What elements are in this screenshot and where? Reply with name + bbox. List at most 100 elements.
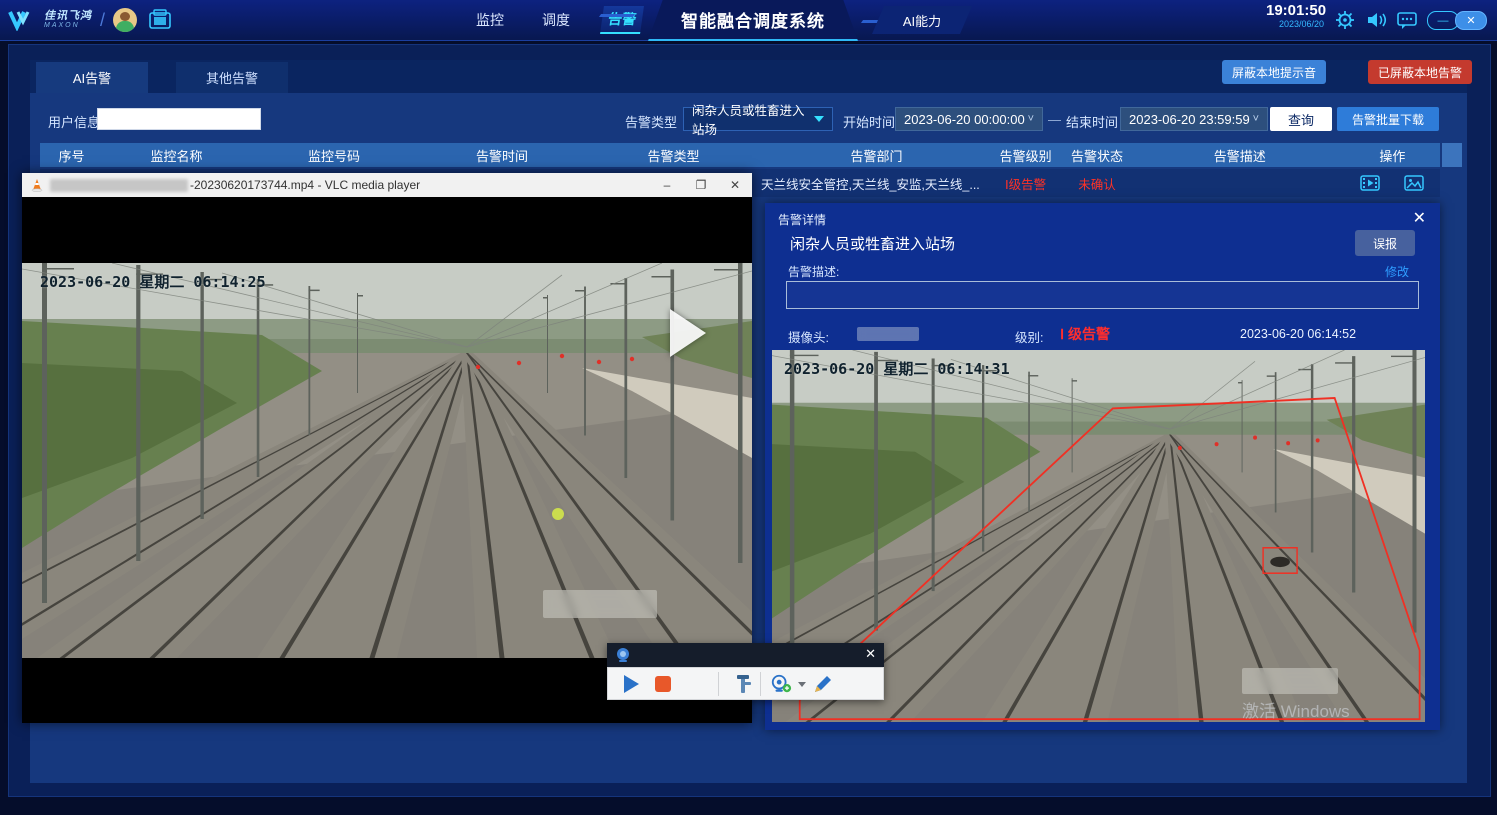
- col-alarm-time: 告警时间: [418, 146, 586, 165]
- nav-monitor[interactable]: 监控: [470, 7, 510, 33]
- recorder-toolbar: ✕: [607, 643, 884, 700]
- start-time-label: 开始时间: [843, 112, 895, 131]
- measure-tool-icon[interactable]: [732, 673, 754, 695]
- start-time-value: 2023-06-20 00:00:00: [904, 112, 1025, 127]
- title-block: 智能融合调度系统: [648, 0, 858, 41]
- start-time-select[interactable]: 2023-06-20 00:00:00 ˅: [895, 107, 1043, 131]
- tab-ai-alerts-label: AI告警: [73, 68, 111, 87]
- webcam-icon: [614, 646, 632, 664]
- batch-download-button[interactable]: 告警批量下载: [1337, 107, 1439, 131]
- vlc-minimize-button[interactable]: –: [650, 173, 684, 197]
- recorder-close-icon[interactable]: ✕: [865, 646, 876, 662]
- col-monitor-name: 监控名称: [103, 146, 250, 165]
- record-stop-icon[interactable]: [652, 673, 674, 695]
- vlc-title: -20230620173744.mp4 - VLC media player: [190, 178, 420, 192]
- col-alarm-status: 告警状态: [1059, 146, 1135, 165]
- clock-date: 2023/06/20: [1266, 20, 1324, 30]
- fax-phone-icon[interactable]: [147, 9, 173, 31]
- col-alarm-desc: 告警描述: [1135, 146, 1345, 165]
- nav-alert[interactable]: 告警: [600, 6, 644, 34]
- level-value: Ⅰ 级告警: [1060, 324, 1110, 344]
- alarm-desc-label: 告警描述:: [788, 263, 839, 280]
- end-time-value: 2023-06-20 23:59:59: [1129, 112, 1250, 127]
- divider: [760, 672, 761, 696]
- level-label: 级别:: [1015, 327, 1043, 346]
- end-time-select[interactable]: 2023-06-20 23:59:59 ˅: [1120, 107, 1268, 131]
- avatar[interactable]: [113, 8, 137, 32]
- tab-ai-alerts[interactable]: AI告警: [36, 62, 148, 93]
- redacted-camera-name: [857, 327, 919, 341]
- close-glyph: ✕: [1466, 14, 1475, 27]
- brand: 佳讯飞鸿 MAXON /: [8, 5, 173, 35]
- message-icon[interactable]: [1396, 10, 1418, 30]
- query-button[interactable]: 查询: [1270, 107, 1332, 131]
- brand-logo-icon: [8, 9, 38, 31]
- col-alarm-level: 告警级别: [992, 146, 1059, 165]
- video-icon[interactable]: [1360, 175, 1380, 191]
- detail-panel-title: 告警详情: [778, 211, 826, 228]
- alarm-type-title: 闲杂人员或牲畜进入站场: [790, 233, 955, 254]
- false-report-label: 误报: [1373, 235, 1397, 252]
- webcam-add-icon[interactable]: [770, 673, 792, 695]
- muted-label: 已屏蔽本地告警: [1378, 64, 1462, 81]
- speaker-icon[interactable]: [1366, 10, 1388, 30]
- chevron-down-icon: ˅: [1253, 113, 1259, 125]
- mute-local-prompt-button[interactable]: 屏蔽本地提示音: [1222, 60, 1326, 84]
- col-alarm-type: 告警类型: [586, 146, 761, 165]
- play-overlay-icon[interactable]: [670, 309, 706, 357]
- brand-text: 佳讯飞鸿 MAXON: [44, 11, 92, 29]
- deco-slash: [599, 14, 635, 17]
- record-play-icon[interactable]: [620, 673, 642, 695]
- close-button[interactable]: ✕: [1455, 11, 1487, 30]
- image-icon[interactable]: [1404, 175, 1424, 191]
- user-info-label: 用户信息: [48, 112, 100, 131]
- col-monitor-number: 监控号码: [250, 146, 418, 165]
- alarm-type-value: 闲杂人员或牲畜进入站场: [692, 100, 814, 138]
- top-nav: 监控 调度 告警: [470, 0, 642, 40]
- gear-icon[interactable]: [1334, 10, 1356, 30]
- divider: [718, 672, 719, 696]
- camera-label: 摄像头:: [788, 327, 829, 346]
- table-header: 序号 监控名称 监控号码 告警时间 告警类型 告警部门 告警级别 告警状态 告警…: [40, 143, 1440, 167]
- muted-local-alerts-button[interactable]: 已屏蔽本地告警: [1368, 60, 1472, 84]
- vlc-window: -20230620173744.mp4 - VLC media player –…: [22, 173, 752, 723]
- row-status: 未确认: [1059, 174, 1135, 193]
- redacted-filename: [50, 179, 188, 192]
- alarm-time: 2023-06-20 06:14:52: [1240, 327, 1356, 341]
- chevron-down-icon[interactable]: [797, 673, 807, 695]
- nav-dispatch[interactable]: 调度: [536, 7, 576, 33]
- brand-divider: /: [100, 10, 105, 31]
- vlc-close-button[interactable]: ✕: [718, 173, 752, 197]
- modify-link[interactable]: 修改: [1385, 263, 1409, 280]
- app-title: 智能融合调度系统: [681, 7, 825, 32]
- ai-capability-label: AI能力: [903, 11, 941, 30]
- chevron-down-icon: [814, 116, 824, 122]
- vlc-maximize-button[interactable]: ❐: [684, 173, 718, 197]
- detail-close-icon[interactable]: ✕: [1413, 208, 1426, 228]
- recorder-titlebar[interactable]: ✕: [607, 643, 884, 667]
- end-time-label: 结束时间: [1066, 112, 1118, 131]
- false-report-button[interactable]: 误报: [1355, 230, 1415, 256]
- redacted-watermark: [1242, 668, 1338, 694]
- activate-windows-watermark: 激活 Windows: [1242, 697, 1350, 722]
- download-label: 告警批量下载: [1352, 111, 1424, 128]
- col-actions: 操作: [1345, 146, 1440, 165]
- nav-ai-capability[interactable]: AI能力: [872, 6, 972, 34]
- tab-other-alerts[interactable]: 其他告警: [176, 62, 288, 93]
- tab-other-alerts-label: 其他告警: [206, 68, 258, 87]
- chevron-down-icon: ˅: [1028, 113, 1034, 125]
- vlc-titlebar[interactable]: -20230620173744.mp4 - VLC media player –…: [22, 173, 752, 198]
- row-department: 天兰线安全管控,天兰线_安监,天兰线_...: [761, 174, 992, 193]
- alarm-type-select[interactable]: 闲杂人员或牲畜进入站场: [683, 107, 833, 131]
- mute-label: 屏蔽本地提示音: [1232, 64, 1316, 81]
- query-label: 查询: [1288, 110, 1314, 129]
- alarm-desc-input[interactable]: [786, 281, 1419, 309]
- table-scrollbar[interactable]: [1442, 143, 1462, 167]
- range-dash: —: [1048, 112, 1061, 127]
- pencil-icon[interactable]: [812, 673, 834, 695]
- minimize-glyph: —: [1438, 15, 1449, 27]
- alarm-type-label: 告警类型: [625, 112, 677, 131]
- user-info-input[interactable]: [97, 108, 261, 130]
- vlc-cone-icon: [30, 178, 44, 192]
- recorder-body: [607, 667, 884, 700]
